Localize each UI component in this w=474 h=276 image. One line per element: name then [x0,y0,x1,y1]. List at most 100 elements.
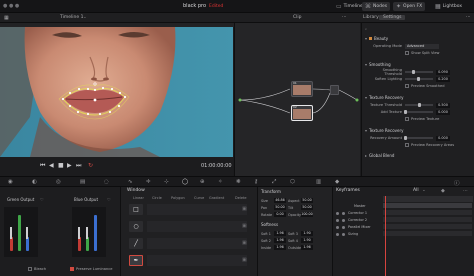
preserve-luminance-checkbox[interactable] [70,267,74,271]
window-tab-curve[interactable]: Curve [194,196,204,200]
keyframe-toggle-icon[interactable] [342,218,345,222]
keyframe-toggle-icon[interactable] [342,225,345,229]
info-icon[interactable]: ⓘ [454,179,460,187]
slider-handle[interactable] [418,103,421,107]
blue-green-handle[interactable] [86,227,88,239]
window-invert-icon[interactable]: ▣ [242,223,247,229]
window-invert-icon[interactable]: ▣ [242,206,247,212]
keyframe-mode-icon[interactable]: ◆ [441,188,445,194]
opacity-value[interactable]: 100.00 [301,212,313,217]
green-reset-icon[interactable]: ♡ [40,197,44,202]
go-to-end-icon[interactable]: ⏭ [76,162,81,170]
primaries-icon[interactable]: ◐ [32,179,37,185]
window-tab-gradient[interactable]: Gradient [209,196,224,200]
corrector-node-2[interactable]: 02 [291,105,313,121]
window-tab-circle[interactable]: Circle [152,196,162,200]
keyframe-row-master[interactable]: Master [336,203,366,209]
blue-reset-icon[interactable]: ♡ [107,197,111,202]
keyframes-filter[interactable]: All [413,188,419,193]
keyframes-icon[interactable]: ◆ [335,179,339,185]
timeline-selector[interactable]: Timeline 1 [60,15,83,20]
clip-selector[interactable]: Clip [293,15,302,20]
pan-value[interactable]: 50.00 [274,205,286,210]
corrector-node-1[interactable]: 01 [291,81,313,97]
parallel-mixer-node[interactable] [330,85,339,95]
texture-recovery-2-section-header[interactable]: ▾ Texture Recovery [365,127,471,133]
window-circle-button[interactable]: ○ [129,221,143,232]
outside-value[interactable]: 1.96 [301,245,313,250]
curves-icon[interactable]: ∿ [128,179,133,185]
bleach-checkbox[interactable] [28,267,32,271]
nodes-tab-button[interactable]: ⌘ Nodes [362,2,391,11]
search-icon[interactable]: ⌕ [365,27,367,31]
play-icon[interactable]: ▶ [67,162,72,169]
window-tab-linear[interactable]: Linear [133,196,144,200]
color-wheels-icon[interactable]: ◉ [8,179,13,185]
blur-icon[interactable]: ❋ [236,179,241,185]
soft1-value[interactable]: 1.96 [274,231,286,236]
hdr-icon[interactable]: ◎ [56,179,61,185]
timeline-tab-button[interactable]: ▭ Timeline [333,2,366,11]
loop-icon[interactable]: ↻ [88,162,93,169]
preview-recovery-areas-checkbox[interactable] [405,143,409,147]
magic-mask-icon[interactable]: ✧ [218,179,223,185]
add-texture-slider[interactable] [404,110,433,114]
texture-threshold-slider[interactable] [405,103,433,107]
window-controls-icon[interactable]: ● ● ● [3,3,19,9]
keyframe-toggle-icon[interactable] [342,232,345,236]
soften-lighting-slider[interactable] [405,77,433,81]
slider-handle[interactable] [404,136,407,140]
color-warper-icon[interactable]: ✛ [146,179,151,185]
keyframe-row-corrector-1[interactable]: Corrector 1 [336,210,367,216]
viewer-image[interactable] [0,27,233,157]
soften-lighting-value[interactable]: 0.200 [436,76,450,82]
slider-handle[interactable] [404,110,407,114]
aspect-value[interactable]: 50.00 [301,198,313,203]
green-blue-handle[interactable] [26,227,28,239]
node-editor[interactable]: 01 02 [234,23,360,176]
timeline-dropdown-icon[interactable]: ⌄ [83,15,87,20]
lightbox-tab-button[interactable]: ▦ Lightbox [432,2,465,11]
preview-smoothed-checkbox[interactable] [405,84,409,88]
window-invert-icon[interactable]: ▣ [242,257,247,263]
smoothing-section-header[interactable]: ▾ Smoothing [365,61,471,67]
slider-handle[interactable] [416,77,420,81]
soft3-value[interactable]: 1.90 [301,231,313,236]
step-back-icon[interactable]: ◀ [49,162,54,169]
settings-more-icon[interactable]: ⋯ [466,15,471,20]
recovery-amount-slider[interactable] [404,136,433,140]
blue-output-bars[interactable] [72,207,106,257]
go-to-start-icon[interactable]: ⏮ [40,162,45,170]
add-texture-value[interactable]: 0.000 [436,109,450,115]
3d-icon[interactable]: ⬡ [290,179,295,185]
settings-tab[interactable]: Settings [379,15,406,20]
library-tab[interactable]: Library [363,15,379,20]
soft2-value[interactable]: 1.96 [274,238,286,243]
inside-value[interactable]: 1.96 [274,245,286,250]
window-tool-icon[interactable]: ◯ [182,179,188,185]
smoothing-threshold-value[interactable]: 0.090 [436,69,450,75]
preview-texture-checkbox[interactable] [405,117,409,121]
keyframe-row-parallel-mixer[interactable]: Parallel Mixer [336,224,371,230]
window-square-button[interactable]: □ [129,204,143,215]
sizing-icon[interactable]: ⤢ [272,179,276,186]
green-output-bars[interactable] [4,207,38,257]
search-input[interactable] [370,27,471,31]
keyframes-more-icon[interactable]: ⋯ [463,188,468,194]
motion-effects-icon[interactable]: ◌ [104,179,109,185]
keyframe-toggle-icon[interactable] [336,225,339,229]
global-blend-section-header[interactable]: ▸ Global Blend [365,152,471,158]
qualifier-icon[interactable]: ⊹ [164,179,169,185]
keyframe-toggle-icon[interactable] [336,232,339,236]
texture-recovery-section-header[interactable]: ▾ Texture Recovery [365,94,471,100]
operating-mode-select[interactable]: Advanced [405,43,439,49]
soft4-value[interactable]: 1.90 [301,238,313,243]
size-value[interactable]: 46.86 [274,198,286,203]
recovery-amount-value[interactable]: 0.000 [436,135,450,141]
openfx-tab-button[interactable]: ✦ Open FX [393,2,426,11]
window-invert-icon[interactable]: ▣ [242,240,247,246]
smoothing-threshold-slider[interactable] [405,70,433,74]
tilt-value[interactable]: 50.00 [301,205,313,210]
keyframe-row-corrector-2[interactable]: Corrector 2 [336,217,367,223]
filter-dropdown-icon[interactable]: ⌄ [422,188,426,193]
